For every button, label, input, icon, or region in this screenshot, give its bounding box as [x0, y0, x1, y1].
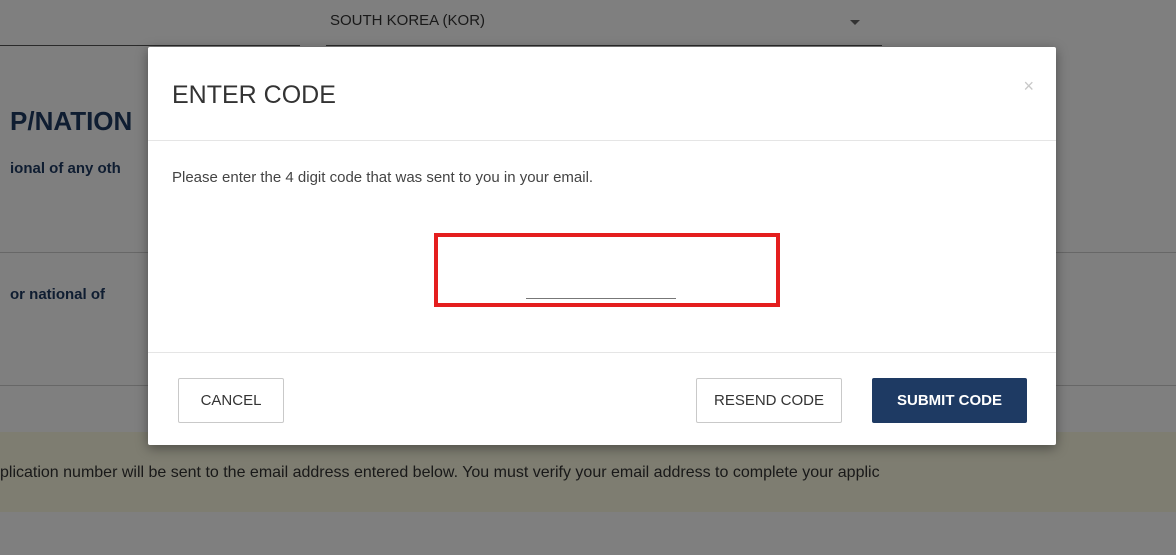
submit-code-button[interactable]: SUBMIT CODE: [872, 378, 1027, 423]
enter-code-dialog: ENTER CODE × Please enter the 4 digit co…: [148, 47, 1056, 445]
modal-footer: CANCEL RESEND CODE SUBMIT CODE: [148, 352, 1056, 446]
modal-body: Please enter the 4 digit code that was s…: [148, 141, 1056, 351]
cancel-button[interactable]: CANCEL: [178, 378, 284, 423]
modal-header: ENTER CODE ×: [148, 47, 1056, 141]
instructions-text: Please enter the 4 digit code that was s…: [172, 169, 594, 186]
modal-title: ENTER CODE: [172, 81, 336, 109]
resend-code-button[interactable]: RESEND CODE: [696, 378, 842, 423]
code-input[interactable]: [526, 276, 676, 299]
close-icon[interactable]: ×: [1023, 77, 1034, 95]
